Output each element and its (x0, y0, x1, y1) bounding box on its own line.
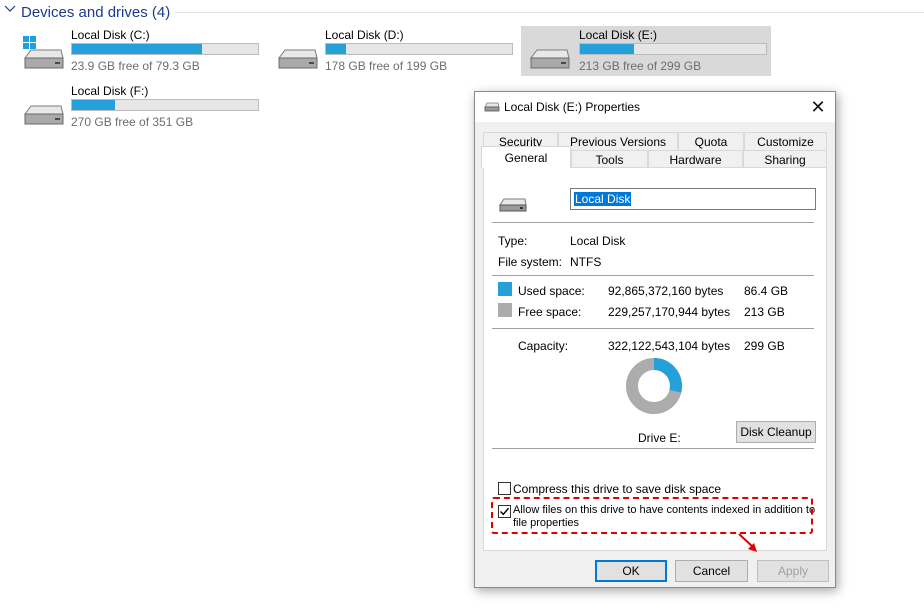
used-space-bytes: 92,865,372,160 bytes (608, 284, 724, 298)
windows-drive-icon (23, 36, 64, 69)
annotation-highlight-box (491, 497, 813, 534)
divider (492, 222, 814, 223)
tab-customize[interactable]: Customize (744, 132, 827, 150)
tab-previous-versions[interactable]: Previous Versions (558, 132, 678, 150)
drive-free-space: 213 GB free of 299 GB (579, 59, 702, 73)
drive-usage-fill (326, 44, 347, 54)
drive-usage-bar (579, 43, 767, 55)
drive-letter-label: Drive E: (638, 431, 681, 445)
free-space-swatch (498, 303, 512, 317)
drive-name: Local Disk (C:) (71, 28, 150, 42)
divider (492, 275, 814, 276)
drive-usage-fill (72, 44, 203, 54)
tab-tools[interactable]: Tools (571, 150, 648, 168)
tab-quota[interactable]: Quota (678, 132, 744, 150)
close-icon[interactable]: ✕ (807, 96, 829, 118)
drive-usage-fill (580, 44, 634, 54)
used-space-swatch (498, 282, 512, 296)
section-title: Devices and drives (4) (21, 4, 171, 21)
drive-name: Local Disk (E:) (579, 28, 658, 42)
free-space-bytes: 229,257,170,944 bytes (608, 305, 731, 319)
capacity-label: Capacity: (518, 339, 569, 353)
divider (492, 328, 814, 329)
drive-usage-fill (72, 100, 115, 110)
capacity-bytes: 322,122,543,104 bytes (608, 339, 731, 353)
drive-usage-bar (71, 99, 259, 111)
tab-sharing[interactable]: Sharing (743, 150, 827, 168)
disk-cleanup-button[interactable]: Disk Cleanup (736, 421, 816, 443)
disk-usage-donut (626, 358, 682, 414)
free-space-gb: 213 GB (744, 305, 785, 319)
compress-checkbox[interactable] (498, 482, 511, 495)
properties-dialog: Local Disk (E:) Properties ✕ Security Pr… (474, 91, 836, 588)
file-system-label: File system: (498, 255, 563, 269)
annotation-arrow-icon (738, 533, 757, 552)
tab-general[interactable]: General (481, 146, 571, 168)
drive-usage-bar (71, 43, 259, 55)
volume-name-input[interactable]: Local Disk (570, 188, 816, 210)
cancel-button[interactable]: Cancel (675, 560, 748, 582)
divider (492, 448, 814, 449)
dialog-titlebar[interactable]: Local Disk (E:) Properties ✕ (475, 92, 835, 122)
free-space-label: Free space: (518, 305, 582, 319)
hard-drive-icon (530, 49, 570, 69)
drive-usage-bar (325, 43, 513, 55)
section-divider (175, 12, 924, 13)
compress-label[interactable]: Compress this drive to save disk space (513, 482, 721, 496)
chevron-down-icon[interactable] (4, 3, 16, 15)
drive-tile-c[interactable]: Local Disk (C:) 23.9 GB free of 79.3 GB (17, 26, 267, 76)
dialog-title: Local Disk (E:) Properties (504, 100, 641, 114)
file-system-value: NTFS (570, 255, 602, 269)
used-space-label: Used space: (518, 284, 585, 298)
drive-name: Local Disk (D:) (325, 28, 404, 42)
drive-tile-e[interactable]: Local Disk (E:) 213 GB free of 299 GB (521, 26, 771, 76)
general-tab-panel: Local Disk Type: Local Disk File system:… (483, 167, 827, 551)
drive-free-space: 178 GB free of 199 GB (325, 59, 448, 73)
drive-icon (484, 102, 500, 112)
tab-hardware[interactable]: Hardware (648, 150, 743, 168)
volume-name-text[interactable]: Local Disk (574, 192, 632, 206)
type-value: Local Disk (570, 234, 626, 248)
drive-free-space: 23.9 GB free of 79.3 GB (71, 59, 200, 73)
ok-button[interactable]: OK (595, 560, 667, 582)
drive-tile-f[interactable]: Local Disk (F:) 270 GB free of 351 GB (17, 82, 267, 132)
hard-drive-icon (278, 49, 318, 69)
type-label: Type: (498, 234, 528, 248)
apply-button[interactable]: Apply (757, 560, 829, 582)
hard-drive-icon (24, 105, 64, 125)
drive-icon (499, 198, 527, 212)
drive-free-space: 270 GB free of 351 GB (71, 115, 194, 129)
used-space-gb: 86.4 GB (744, 284, 789, 298)
drive-tile-d[interactable]: Local Disk (D:) 178 GB free of 199 GB (271, 26, 521, 76)
drive-name: Local Disk (F:) (71, 84, 149, 98)
capacity-gb: 299 GB (744, 339, 785, 353)
devices-and-drives-header[interactable]: Devices and drives (4) (0, 0, 924, 24)
